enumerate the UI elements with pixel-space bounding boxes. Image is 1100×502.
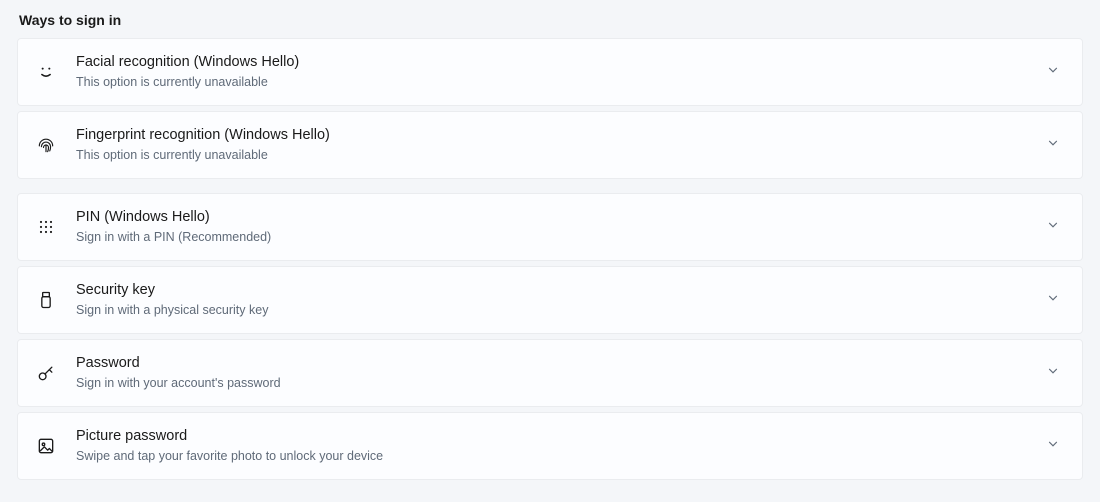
usb-key-icon (36, 290, 76, 310)
option-title: Picture password (76, 427, 1034, 446)
chevron-down-icon (1034, 63, 1060, 82)
face-icon (36, 62, 76, 82)
fingerprint-icon (36, 135, 76, 155)
signin-options-list: Facial recognition (Windows Hello) This … (17, 38, 1083, 480)
option-title: PIN (Windows Hello) (76, 208, 1034, 227)
chevron-down-icon (1034, 218, 1060, 237)
option-title: Password (76, 354, 1034, 373)
option-picture-password[interactable]: Picture password Swipe and tap your favo… (17, 412, 1083, 480)
option-subtitle: This option is currently unavailable (76, 147, 1034, 163)
pin-keypad-icon (36, 217, 76, 237)
chevron-down-icon (1034, 437, 1060, 456)
option-facial-recognition[interactable]: Facial recognition (Windows Hello) This … (17, 38, 1083, 106)
option-subtitle: This option is currently unavailable (76, 74, 1034, 90)
chevron-down-icon (1034, 364, 1060, 383)
option-subtitle: Sign in with a physical security key (76, 302, 1034, 318)
option-title: Facial recognition (Windows Hello) (76, 53, 1034, 72)
chevron-down-icon (1034, 136, 1060, 155)
option-subtitle: Swipe and tap your favorite photo to unl… (76, 448, 1034, 464)
option-title: Security key (76, 281, 1034, 300)
option-subtitle: Sign in with a PIN (Recommended) (76, 229, 1034, 245)
chevron-down-icon (1034, 291, 1060, 310)
option-password[interactable]: Password Sign in with your account's pas… (17, 339, 1083, 407)
option-title: Fingerprint recognition (Windows Hello) (76, 126, 1034, 145)
key-icon (36, 363, 76, 383)
option-security-key[interactable]: Security key Sign in with a physical sec… (17, 266, 1083, 334)
option-subtitle: Sign in with your account's password (76, 375, 1034, 391)
option-pin[interactable]: PIN (Windows Hello) Sign in with a PIN (… (17, 193, 1083, 261)
option-fingerprint[interactable]: Fingerprint recognition (Windows Hello) … (17, 111, 1083, 179)
section-heading: Ways to sign in (17, 12, 1083, 28)
picture-icon (36, 436, 76, 456)
